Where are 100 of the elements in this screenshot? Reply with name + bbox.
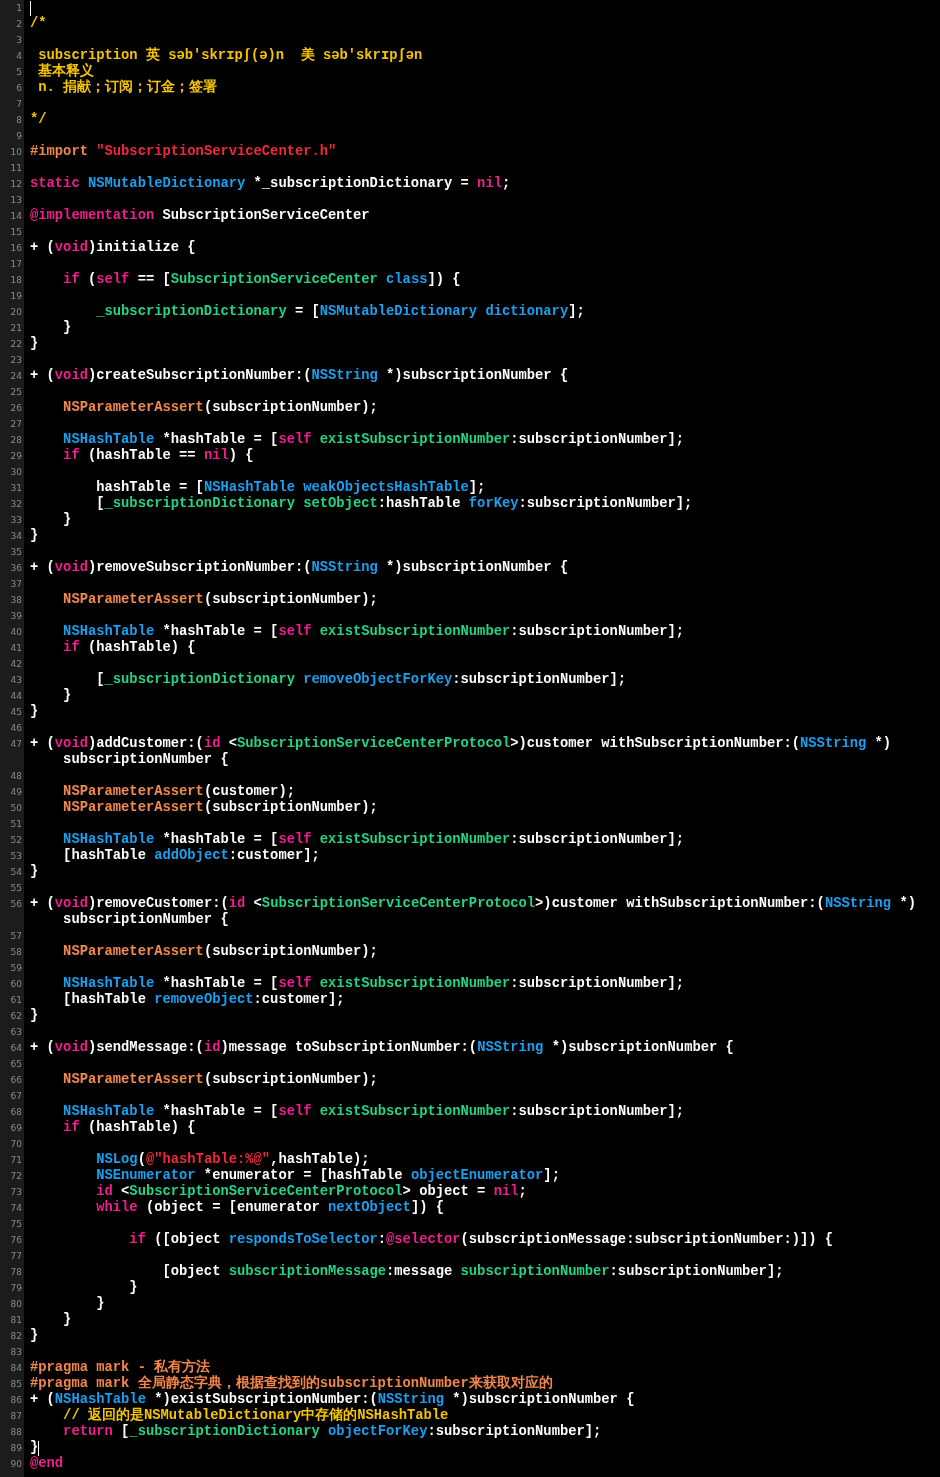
- line-number: 35: [10, 546, 22, 558]
- line-number: 70: [10, 1138, 22, 1150]
- code-line: #import "SubscriptionServiceCenter.h": [30, 144, 337, 160]
- line-number: 76: [10, 1234, 22, 1246]
- code-line: static NSMutableDictionary *_subscriptionDictionary = nil;: [30, 176, 511, 192]
- line-number: 72: [10, 1170, 22, 1182]
- line-number: 51: [10, 818, 22, 830]
- line-number: 6: [16, 82, 22, 94]
- code-line: return [_subscriptionDictionary objectForKey:subscriptionNumber];: [62, 1424, 602, 1440]
- line-number: 4: [16, 50, 22, 62]
- line-number: 88: [10, 1426, 22, 1438]
- line-number: 24: [10, 370, 22, 382]
- code-line: NSParameterAssert(subscriptionNumber);: [62, 400, 378, 416]
- line-number: 61: [10, 994, 22, 1006]
- code-line: /*: [30, 16, 47, 32]
- line-number: 23: [10, 354, 22, 366]
- code-line: + (NSHashTable *)existSubscriptionNumber:(NSString *)subscriptionNumber {: [30, 1392, 635, 1407]
- code-line: subscriptionNumber {: [62, 752, 229, 768]
- code-line: if (hashTable == nil) {: [62, 448, 254, 464]
- line-number: 86: [10, 1394, 22, 1406]
- line-number: 37: [10, 578, 22, 590]
- line-number: 5: [16, 66, 22, 78]
- line-number: 67: [10, 1090, 22, 1102]
- line-number: 25: [10, 386, 22, 398]
- code-line: NSHashTable *hashTable = [self existSubscriptionNumber:subscriptionNumber];: [62, 624, 685, 640]
- code-line: while (object = [enumerator nextObject]) {: [95, 1200, 444, 1216]
- code-line: + (void)createSubscriptionNumber:(NSString *)subscriptionNumber {: [30, 368, 569, 384]
- code-line: }: [30, 704, 39, 720]
- line-number: 10: [10, 146, 22, 158]
- line-number: 22: [10, 338, 22, 350]
- line-number: 62: [10, 1010, 22, 1022]
- code-line: + (void)removeCustomer:(id <SubscriptionServiceCenterProtocol>)customer withSubscriptionNumber:(NSString *): [30, 896, 916, 912]
- code-line: NSParameterAssert(subscriptionNumber);: [62, 944, 378, 960]
- code-line: }: [30, 864, 39, 880]
- code-line: }: [128, 1280, 138, 1296]
- line-number: 20: [10, 306, 22, 318]
- code-line: }: [62, 688, 72, 704]
- line-number: 7: [16, 98, 22, 110]
- line-number: 3: [16, 34, 22, 46]
- code-line: NSParameterAssert(subscriptionNumber);: [62, 592, 378, 608]
- line-number: 81: [10, 1314, 22, 1326]
- code-line: NSHashTable *hashTable = [self existSubscriptionNumber:subscriptionNumber];: [62, 976, 685, 992]
- line-number: 8: [16, 114, 22, 126]
- line-number: 19: [10, 290, 22, 302]
- code-line: }: [30, 1008, 39, 1024]
- code-line: if ([object respondsToSelector:@selector(subscriptionMessage:subscriptionNumber:)]) {: [128, 1232, 834, 1248]
- line-number: 77: [10, 1250, 22, 1262]
- line-number: 1: [16, 2, 22, 14]
- code-line: }: [62, 512, 72, 528]
- code-line: }: [30, 1440, 39, 1456]
- line-number: 68: [10, 1106, 22, 1118]
- line-number: 63: [10, 1026, 22, 1038]
- code-line: @end: [30, 1456, 64, 1472]
- code-line: NSHashTable *hashTable = [self existSubscriptionNumber:subscriptionNumber];: [62, 832, 685, 848]
- code-line: NSEnumerator *enumerator = [hashTable objectEnumerator];: [95, 1168, 560, 1184]
- line-number: 18: [10, 274, 22, 286]
- code-line: if (hashTable) {: [62, 1120, 196, 1136]
- line-number: 29: [10, 450, 22, 462]
- code-line: #pragma mark 全局静态字典，根据查找到的subscriptionNumber来获取对应的: [30, 1376, 553, 1392]
- line-number: 12: [10, 178, 22, 190]
- line-number: 49: [10, 786, 22, 798]
- line-number: 30: [10, 466, 22, 478]
- line-number: 90: [10, 1458, 22, 1470]
- line-number: 36: [10, 562, 22, 574]
- code-line: [_subscriptionDictionary setObject:hashTable forKey:subscriptionNumber];: [95, 496, 693, 512]
- code-line: id <SubscriptionServiceCenterProtocol> object = nil;: [95, 1184, 527, 1200]
- line-number: 27: [10, 418, 22, 430]
- code-line: #pragma mark - 私有方法: [30, 1360, 211, 1375]
- code-line: + (void)sendMessage:(id)message toSubscriptionNumber:(NSString *)subscriptionNumber {: [30, 1040, 734, 1056]
- code-line: NSHashTable *hashTable = [self existSubscriptionNumber:subscriptionNumber];: [62, 432, 685, 448]
- line-number: 59: [10, 962, 22, 974]
- line-number: 14: [10, 210, 22, 222]
- code-line: }: [62, 320, 72, 336]
- code-line: if (hashTable) {: [62, 640, 196, 656]
- code-line: 基本释义: [37, 64, 95, 79]
- code-line: }: [62, 1312, 72, 1328]
- line-number: 26: [10, 402, 22, 414]
- line-number: 69: [10, 1122, 22, 1134]
- code-line: NSLog(@"hashTable:%@",hashTable);: [95, 1152, 370, 1168]
- line-number: 50: [10, 802, 22, 814]
- line-number: 34: [10, 530, 22, 542]
- line-number: 73: [10, 1186, 22, 1198]
- line-number: 55: [10, 882, 22, 894]
- code-line: if (self == [SubscriptionServiceCenter class]) {: [62, 272, 461, 288]
- code-line: _subscriptionDictionary = [NSMutableDictionary dictionary];: [95, 304, 585, 320]
- line-number: 74: [10, 1202, 22, 1214]
- line-number: 66: [10, 1074, 22, 1086]
- code-line: [hashTable addObject:customer];: [62, 848, 320, 864]
- code-line: }: [30, 1328, 39, 1344]
- line-number: 85: [10, 1378, 22, 1390]
- line-number: 64: [10, 1042, 22, 1054]
- code-line: // 返回的是NSMutableDictionary中存储的NSHashTable: [62, 1408, 449, 1424]
- line-number: 43: [10, 674, 22, 686]
- line-number: 75: [10, 1218, 22, 1230]
- code-line: */: [30, 112, 47, 128]
- line-number: 82: [10, 1330, 22, 1342]
- line-number: 80: [10, 1298, 22, 1310]
- line-number: 2: [16, 18, 22, 30]
- line-number: 53: [10, 850, 22, 862]
- line-number: 21: [10, 322, 22, 334]
